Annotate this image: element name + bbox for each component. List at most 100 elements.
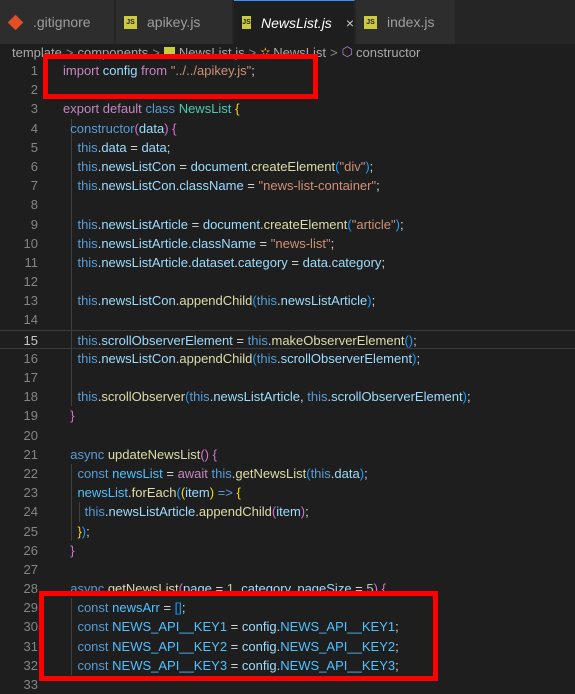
code-token: config xyxy=(241,619,277,635)
line-number: 24 xyxy=(23,504,38,520)
code-text: this.newsListCon = document.createElemen… xyxy=(63,157,373,176)
code-line[interactable]: 29 const newsArr = []; xyxy=(0,598,575,618)
code-token: updateNewsList xyxy=(107,446,201,462)
line-number: 30 xyxy=(23,619,38,635)
code-token: } xyxy=(70,408,75,424)
line-number: 13 xyxy=(23,293,38,309)
code-text: async updateNewsList() { xyxy=(63,445,217,464)
code-line[interactable]: 28 async getNewsList(page = 1, category,… xyxy=(0,579,575,598)
code-line[interactable]: 25 }); xyxy=(0,521,575,541)
line-number: 33 xyxy=(23,677,38,692)
code-editor[interactable]: 1 import config from "../../apikey.js"; 2 3… xyxy=(0,61,575,694)
code-token: 5 xyxy=(366,581,374,597)
code-line[interactable]: 19 } xyxy=(0,406,575,425)
code-token: scrollObserverElement xyxy=(331,389,463,405)
breadcrumb-item[interactable]: NewsList xyxy=(273,45,326,60)
code-token: 1 xyxy=(226,581,234,597)
code-line[interactable]: 11 this.newsListArticle.dataset.category… xyxy=(0,252,575,273)
code-line[interactable]: 18 this.scrollObserver(this.newsListArti… xyxy=(0,387,575,407)
code-line[interactable]: 15 this.scrollObserverElement = this.mak… xyxy=(0,329,575,350)
code-line[interactable]: 33 xyxy=(0,675,575,694)
code-line[interactable]: 16 this.newsListCon.appendChild(this.scr… xyxy=(0,348,575,368)
code-line[interactable]: 24 this.newsListArticle.appendChild(item… xyxy=(0,502,575,522)
code-text: this.scrollObserverElement = this.makeOb… xyxy=(63,331,417,350)
line-number: 32 xyxy=(23,657,38,673)
code-token: newsListCon xyxy=(101,350,176,366)
code-token: dataset xyxy=(191,254,235,270)
breadcrumb-item[interactable]: constructor xyxy=(356,45,420,60)
breadcrumb-item[interactable]: components xyxy=(77,45,148,60)
code-line[interactable]: 21 async updateNewsList() { xyxy=(0,445,575,464)
tab-newslist[interactable]: JS NewsList.js × xyxy=(234,0,355,44)
code-text: newsList.forEach((item) => { xyxy=(63,483,240,502)
code-token: this xyxy=(77,235,98,251)
code-line[interactable]: 7 this.newsListCon.className = "news-lis… xyxy=(0,176,575,196)
code-token: newsList xyxy=(112,465,163,481)
code-token: this xyxy=(77,158,98,174)
code-line[interactable]: 13 this.newsListCon.appendChild(this.new… xyxy=(0,291,575,311)
code-token: appendChild xyxy=(198,504,272,520)
code-token: [] xyxy=(174,600,182,616)
code-token: this xyxy=(307,389,328,405)
code-line[interactable]: 26 } xyxy=(0,541,575,560)
code-token: config xyxy=(241,657,277,673)
code-token: const xyxy=(77,465,109,481)
breadcrumb-item[interactable]: NewsList.js xyxy=(179,45,245,60)
code-token: createElement xyxy=(251,158,336,174)
code-line[interactable]: 12 xyxy=(0,272,575,292)
line-number: 4 xyxy=(30,120,38,136)
code-text: export default class NewsList { xyxy=(63,99,239,118)
line-number: 9 xyxy=(30,216,38,232)
code-token: appendChild xyxy=(179,350,253,366)
code-line[interactable]: 27 xyxy=(0,560,575,579)
code-line[interactable]: 5 this.data = data; xyxy=(0,137,575,157)
code-token: config xyxy=(241,638,277,654)
line-number: 21 xyxy=(23,446,38,462)
code-token: item xyxy=(276,504,301,520)
code-token: newsArr xyxy=(112,600,160,616)
code-line[interactable]: 4 constructor(data) { xyxy=(0,118,575,138)
code-text: } xyxy=(63,406,75,425)
breadcrumb-separator: > xyxy=(248,44,257,60)
tab-apikey[interactable]: JS apikey.js xyxy=(116,0,233,44)
code-text: this.newsListCon.className = "news-list-… xyxy=(63,176,379,195)
code-line[interactable]: 1 import config from "../../apikey.js"; xyxy=(0,61,575,80)
breadcrumb-item[interactable]: template xyxy=(12,45,62,60)
code-line[interactable]: 3 export default class NewsList { xyxy=(0,99,575,118)
code-token: () xyxy=(404,332,414,348)
code-line[interactable]: 10 this.newsListArticle.className = "new… xyxy=(0,233,575,253)
code-text: async getNewsList(page = 1, category, pa… xyxy=(63,579,386,598)
code-line[interactable]: 32 const NEWS_API__KEY3 = config.NEWS_AP… xyxy=(0,655,575,675)
tab-gitignore[interactable]: .gitignore xyxy=(0,0,115,44)
code-line[interactable]: 2 xyxy=(0,80,575,99)
code-line[interactable]: 17 xyxy=(0,368,575,388)
code-token: getNewsList xyxy=(107,581,179,597)
code-token: NEWS_API__KEY1 xyxy=(112,619,228,635)
code-line[interactable]: 14 xyxy=(0,310,575,330)
code-token: data xyxy=(334,465,360,481)
line-number: 23 xyxy=(23,485,38,501)
code-line[interactable]: 20 xyxy=(0,426,575,445)
code-token: getNewsList xyxy=(235,465,307,481)
code-token: data xyxy=(141,139,167,155)
code-line[interactable]: 23 newsList.forEach((item) => { xyxy=(0,483,575,503)
code-line[interactable]: 30 const NEWS_API__KEY1 = config.NEWS_AP… xyxy=(0,617,575,637)
code-line[interactable]: 22 const newsList = await this.getNewsLi… xyxy=(0,463,575,484)
code-text: this.newsListCon.appendChild(this.scroll… xyxy=(63,349,420,368)
code-token: this xyxy=(77,293,98,309)
tab-index[interactable]: JS index.js xyxy=(356,0,456,44)
code-line[interactable]: 9 this.newsListArticle = document.create… xyxy=(0,214,575,234)
code-token: this xyxy=(77,389,98,405)
code-token: makeObserverElement xyxy=(271,332,405,348)
close-icon[interactable]: × xyxy=(346,15,354,31)
code-line[interactable]: 31 const NEWS_API__KEY2 = config.NEWS_AP… xyxy=(0,636,575,656)
code-token: ; xyxy=(413,332,417,348)
indent-guide xyxy=(71,368,72,388)
code-line[interactable]: 8 xyxy=(0,195,575,215)
code-token: = xyxy=(351,581,367,597)
code-token: newsListArticle xyxy=(108,504,196,520)
code-line[interactable]: 6 this.newsListCon = document.createElem… xyxy=(0,156,575,177)
